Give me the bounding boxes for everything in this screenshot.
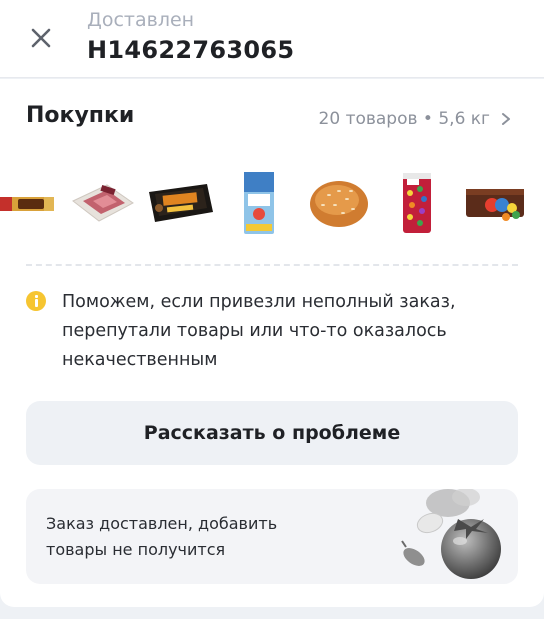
purchases-summary: 20 товаров • 5,6 кг (318, 109, 490, 129)
report-problem-button[interactable]: Рассказать о проблеме (26, 401, 518, 465)
product-thumb-6[interactable] (394, 165, 440, 241)
close-button[interactable] (27, 24, 55, 52)
header: Доставлен Н14622763065 (0, 0, 544, 78)
vegetables-illustration (401, 489, 501, 579)
order-status: Доставлен (87, 9, 195, 31)
product-thumb-2[interactable] (64, 165, 140, 241)
product-thumb-3[interactable] (144, 165, 216, 241)
product-thumb-5[interactable] (304, 165, 374, 241)
snack-box-image (149, 184, 213, 222)
help-info-text: Поможем, если привезли неполный заказ, п… (62, 292, 456, 370)
delivered-notice: Заказ доставлен, добавить товары не полу… (26, 489, 518, 584)
order-card: Покупки 20 товаров • 5,6 кг Поможем, есл… (0, 79, 544, 607)
candy-bar-image (0, 197, 54, 211)
product-thumb-7[interactable] (460, 165, 530, 241)
close-icon (31, 28, 51, 48)
sesame-bun-image (310, 181, 368, 227)
chevron-right-icon (502, 113, 510, 125)
product-thumbnails (0, 165, 544, 241)
purchases-title: Покупки (26, 103, 135, 128)
candy-bag-image (403, 173, 431, 233)
ham-pack-image (72, 184, 134, 222)
mms-pack-image (466, 189, 524, 221)
product-thumb-1[interactable] (0, 165, 56, 241)
info-icon (26, 291, 46, 311)
delivered-notice-text: Заказ доставлен, добавить товары не полу… (46, 514, 278, 559)
order-number: Н14622763065 (87, 36, 295, 64)
blue-pack-image (244, 172, 274, 234)
purchases-row[interactable]: Покупки 20 товаров • 5,6 кг (0, 79, 544, 159)
product-thumb-4[interactable] (228, 165, 288, 241)
dashed-divider (26, 264, 518, 266)
report-problem-label: Рассказать о проблеме (143, 422, 401, 444)
